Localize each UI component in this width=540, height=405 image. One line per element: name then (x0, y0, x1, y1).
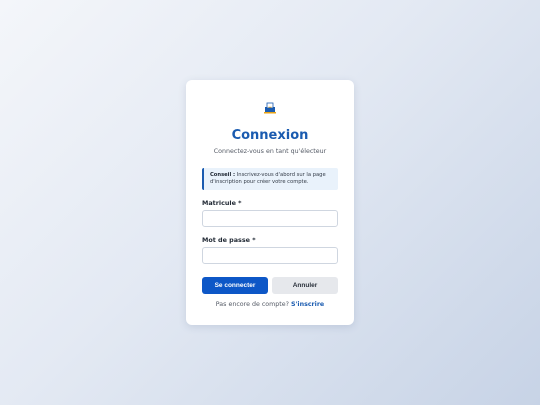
password-label: Mot de passe * (202, 236, 256, 244)
password-input[interactable] (202, 247, 338, 264)
info-tip: Conseil : Inscrivez-vous d'abord sur la … (202, 168, 338, 190)
page-subtitle: Connectez-vous en tant qu'électeur (213, 148, 327, 155)
tip-prefix: Conseil : (210, 172, 236, 178)
ballot-logo-icon (264, 102, 276, 114)
signup-link[interactable]: S'inscrire (291, 301, 324, 308)
matricule-label: Matricule * (202, 199, 242, 207)
login-button[interactable]: Se connecter (202, 277, 268, 294)
cancel-button[interactable]: Annuler (272, 277, 338, 294)
matricule-input[interactable] (202, 210, 338, 227)
login-card: Connexion Connectez-vous en tant qu'élec… (186, 80, 354, 325)
signup-prompt-text: Pas encore de compte? (215, 301, 291, 308)
signup-prompt: Pas encore de compte? S'inscrire (186, 301, 354, 308)
page-title: Connexion (231, 128, 309, 143)
